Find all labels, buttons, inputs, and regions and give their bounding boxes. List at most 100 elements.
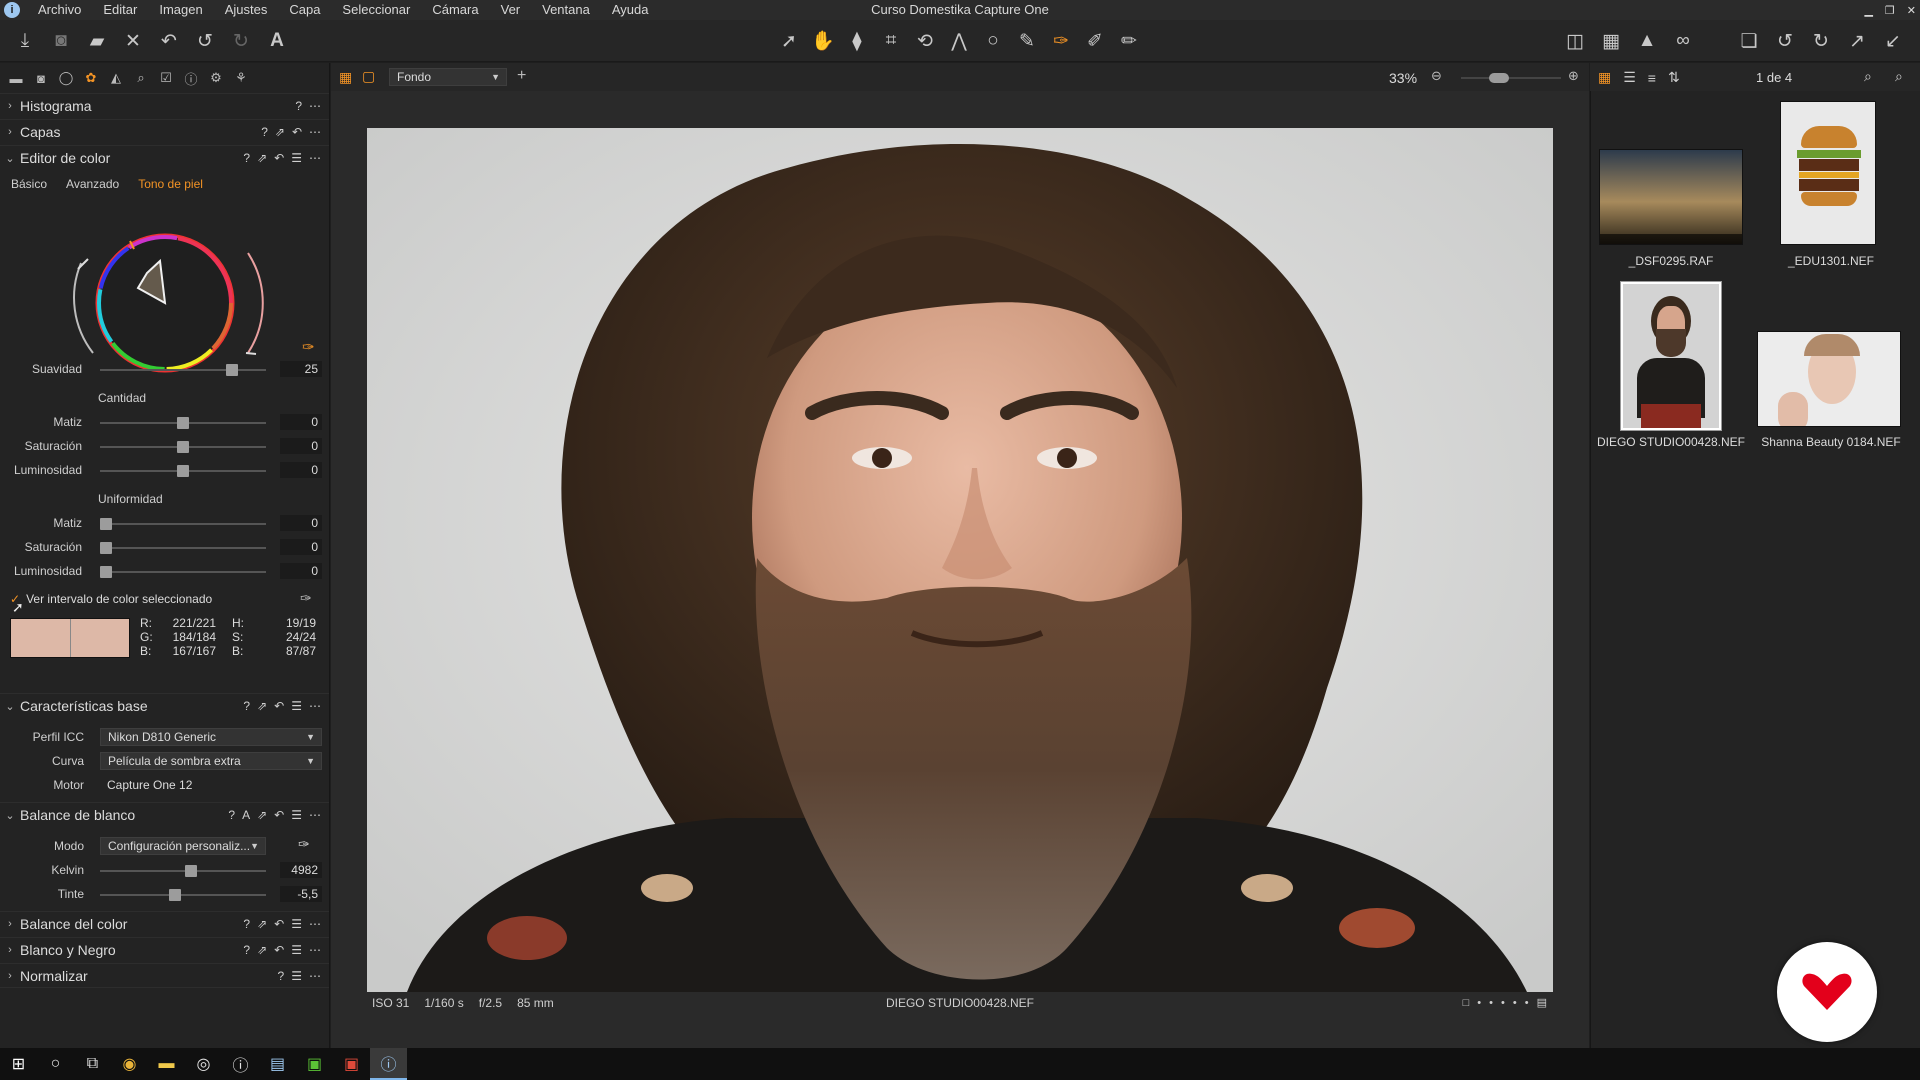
uniformity-saturation-value[interactable]: 0: [280, 539, 322, 555]
reset-icon[interactable]: ↶: [274, 808, 284, 822]
info-grid-icon[interactable]: ▤: [1537, 996, 1547, 1009]
capture-one-icon[interactable]: ◎: [185, 1048, 222, 1080]
thumbnail-grid-icon[interactable]: ▦: [1598, 69, 1611, 86]
presets-icon[interactable]: ☰: [291, 151, 302, 165]
task-view-icon[interactable]: ⧉: [74, 1048, 111, 1080]
color-tab-icon[interactable]: ✿: [81, 68, 101, 88]
brush-icon[interactable]: ✎: [1014, 28, 1040, 54]
menu-camara[interactable]: Cámara: [432, 0, 489, 20]
slider-knob[interactable]: [100, 518, 112, 530]
green-app-icon[interactable]: ▣: [296, 1048, 333, 1080]
smoothness-value[interactable]: 25: [280, 361, 322, 377]
details-tab-icon[interactable]: ⌕: [131, 68, 151, 88]
copy-icon[interactable]: ⇗: [257, 699, 267, 713]
tab-advanced[interactable]: Avanzado: [66, 177, 119, 191]
rotate-right-icon[interactable]: ↻: [1808, 28, 1834, 54]
zoom-slider[interactable]: [1461, 73, 1561, 83]
minimize-icon[interactable]: ▁: [1864, 4, 1872, 17]
more-icon[interactable]: ⋯: [309, 151, 321, 165]
menu-ventana[interactable]: Ventana: [542, 0, 601, 20]
section-layers[interactable]: › Capas ? ⇗ ↶ ⋯: [0, 119, 329, 144]
text-icon[interactable]: A: [264, 28, 290, 54]
smoothness-slider[interactable]: [100, 364, 266, 376]
import-icon[interactable]: ⤓: [12, 28, 38, 54]
thumbnail-beauty[interactable]: [1757, 331, 1901, 427]
section-white-balance[interactable]: ⌄ Balance de blanco ? A ⇗ ↶ ☰ ⋯: [0, 802, 329, 827]
range-pipette-icon[interactable]: ✑: [300, 590, 312, 607]
more-icon[interactable]: ⋯: [309, 808, 321, 822]
rating-dot-icon[interactable]: •: [1489, 997, 1493, 1009]
help-icon[interactable]: ?: [228, 808, 235, 822]
search-icon[interactable]: ⌕: [1895, 68, 1903, 85]
lens-tab-icon[interactable]: ◯: [56, 68, 76, 88]
menu-ayuda[interactable]: Ayuda: [612, 0, 660, 20]
apply-adjustments-icon[interactable]: ↙: [1880, 28, 1906, 54]
more-icon[interactable]: ⋯: [309, 99, 321, 113]
thumbnail-portrait-selected[interactable]: [1620, 281, 1722, 431]
uniformity-lightness-value[interactable]: 0: [280, 563, 322, 579]
zoom-thumbs-icon[interactable]: ⌕: [1864, 68, 1872, 85]
help-icon[interactable]: ?: [243, 917, 250, 931]
slider-knob[interactable]: [177, 417, 189, 429]
folder-icon[interactable]: ▰: [84, 28, 110, 54]
more-icon[interactable]: ⋯: [309, 969, 321, 983]
section-normalize[interactable]: › Normalizar ? ☰ ⋯: [0, 963, 329, 988]
more-icon[interactable]: ⋯: [309, 943, 321, 957]
range-arc-left[interactable]: [73, 262, 94, 354]
slider-knob[interactable]: [226, 364, 239, 376]
slider-knob[interactable]: [177, 465, 189, 477]
zoom-out-icon[interactable]: ⊖: [1431, 68, 1442, 84]
picker-pipette-icon[interactable]: ✑: [302, 338, 315, 356]
rating-dot-icon[interactable]: •: [1501, 997, 1505, 1009]
rotate-icon[interactable]: ⟲: [912, 28, 938, 54]
background-select[interactable]: Fondo ▼: [389, 68, 507, 86]
grid-icon[interactable]: ▦: [1598, 28, 1624, 54]
main-photo[interactable]: [367, 128, 1553, 992]
color-tag-icon[interactable]: □: [1463, 997, 1470, 1009]
copy-icon[interactable]: ⇗: [275, 125, 285, 139]
presets-icon[interactable]: ☰: [291, 917, 302, 931]
info-app-icon[interactable]: ⓘ: [222, 1048, 259, 1080]
select-cursor-icon[interactable]: ➚: [776, 28, 802, 54]
spot-icon[interactable]: ○: [980, 28, 1006, 54]
thumbnail-burger[interactable]: [1780, 101, 1876, 245]
file-explorer-icon[interactable]: ▬: [148, 1048, 185, 1080]
thumbnail-sunset[interactable]: [1599, 149, 1743, 245]
keystone-icon[interactable]: ⋀: [946, 28, 972, 54]
uniformity-lightness-slider[interactable]: [100, 566, 266, 578]
section-color-balance[interactable]: › Balance del color ? ⇗ ↶ ☰ ⋯: [0, 911, 329, 936]
sort-icon[interactable]: ⇅: [1668, 69, 1680, 86]
reset-icon[interactable]: ↶: [274, 151, 284, 165]
red-app-icon[interactable]: ▣: [333, 1048, 370, 1080]
restore-icon[interactable]: ❐: [1885, 4, 1895, 17]
menu-seleccionar[interactable]: Seleccionar: [342, 0, 421, 20]
windows-start-icon[interactable]: ⊞: [0, 1048, 37, 1080]
help-icon[interactable]: ?: [261, 125, 268, 139]
menu-capa[interactable]: Capa: [289, 0, 331, 20]
wb-mode-select[interactable]: Configuración personaliz... ▼: [100, 837, 266, 855]
white-balance-picker-icon[interactable]: ✐: [1082, 28, 1108, 54]
range-arc-right[interactable]: [247, 252, 264, 354]
color-picker-icon[interactable]: ✑: [1048, 28, 1074, 54]
section-base-characteristics[interactable]: ⌄ Características base ? ⇗ ↶ ☰ ⋯: [0, 693, 329, 718]
single-view-icon[interactable]: ▢: [362, 68, 375, 85]
view-range-option[interactable]: ✓ Ver intervalo de color seleccionado: [10, 592, 212, 606]
curve-select[interactable]: Película de sombra extra ▼: [100, 752, 322, 770]
slider-knob[interactable]: [184, 865, 197, 877]
copy-icon[interactable]: ⇗: [257, 808, 267, 822]
amount-saturation-slider[interactable]: [100, 441, 266, 453]
more-icon[interactable]: ⋯: [309, 699, 321, 713]
pan-hand-icon[interactable]: ✋: [810, 28, 836, 54]
amount-hue-value[interactable]: 0: [280, 414, 322, 430]
tint-value[interactable]: -5,5: [280, 886, 322, 902]
reset-icon[interactable]: ↶: [156, 28, 182, 54]
chrome-icon[interactable]: ◉: [111, 1048, 148, 1080]
exposure-warning-icon[interactable]: ◫: [1562, 28, 1588, 54]
menu-archivo[interactable]: Archivo: [38, 0, 92, 20]
help-icon[interactable]: ?: [295, 99, 302, 113]
slider-knob[interactable]: [169, 889, 182, 901]
reset-icon[interactable]: ↶: [274, 943, 284, 957]
camera-icon[interactable]: ◙: [48, 28, 74, 54]
list-view-icon[interactable]: ☰: [1623, 69, 1636, 86]
close-window-icon[interactable]: ✕: [1907, 4, 1916, 17]
